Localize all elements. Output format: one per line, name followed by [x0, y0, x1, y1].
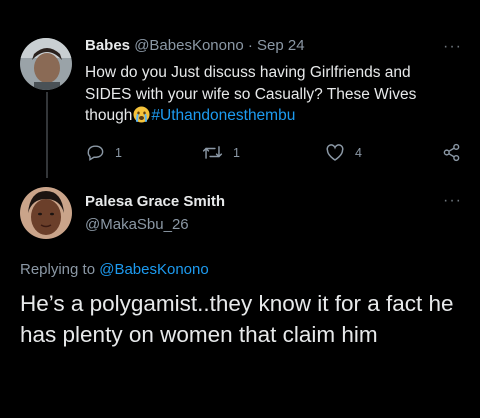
avatar-palesa[interactable] [20, 187, 72, 239]
tweet1-date[interactable]: Sep 24 [257, 37, 305, 54]
tweet2-display-name[interactable]: Palesa Grace Smith [85, 193, 225, 210]
tweet2-more-icon[interactable]: ··· [443, 192, 462, 210]
reply-count: 1 [115, 145, 122, 160]
tweet1-handle[interactable]: @BabesKonono [134, 37, 243, 54]
tweet1-more-icon[interactable]: ··· [443, 38, 462, 56]
tweet1-header: Babes @BabesKonono · Sep 24 [85, 37, 305, 54]
like-count: 4 [355, 145, 362, 160]
heart-icon [326, 144, 344, 161]
retweet-count: 1 [233, 145, 240, 160]
share-button[interactable] [442, 143, 461, 162]
tweet2-handle[interactable]: @MakaSbu_26 [85, 216, 189, 233]
reply-button[interactable]: 1 [86, 143, 122, 162]
tweet1-separator: · [247, 37, 253, 54]
tweet1-text: How do you Just discuss having Girlfrien… [85, 62, 455, 127]
replying-prefix: Replying to [20, 261, 96, 278]
tweet1-display-name[interactable]: Babes [85, 37, 130, 54]
share-icon [443, 143, 460, 162]
like-button[interactable]: 4 [325, 143, 362, 162]
thread-line [46, 92, 48, 178]
avatar-babes[interactable] [20, 38, 72, 90]
replying-to: Replying to @BabesKonono [20, 261, 209, 278]
crying-face-emoji-icon [133, 106, 150, 123]
retweet-button[interactable]: 1 [202, 143, 240, 162]
tweet1-hashtag[interactable]: #Uthandonesthembu [151, 107, 295, 124]
replying-to-link[interactable]: @BabesKonono [99, 261, 208, 278]
retweet-icon [202, 146, 223, 159]
reply-icon [87, 145, 104, 161]
tweet2-text: He’s a polygamist..they know it for a fa… [20, 291, 454, 347]
